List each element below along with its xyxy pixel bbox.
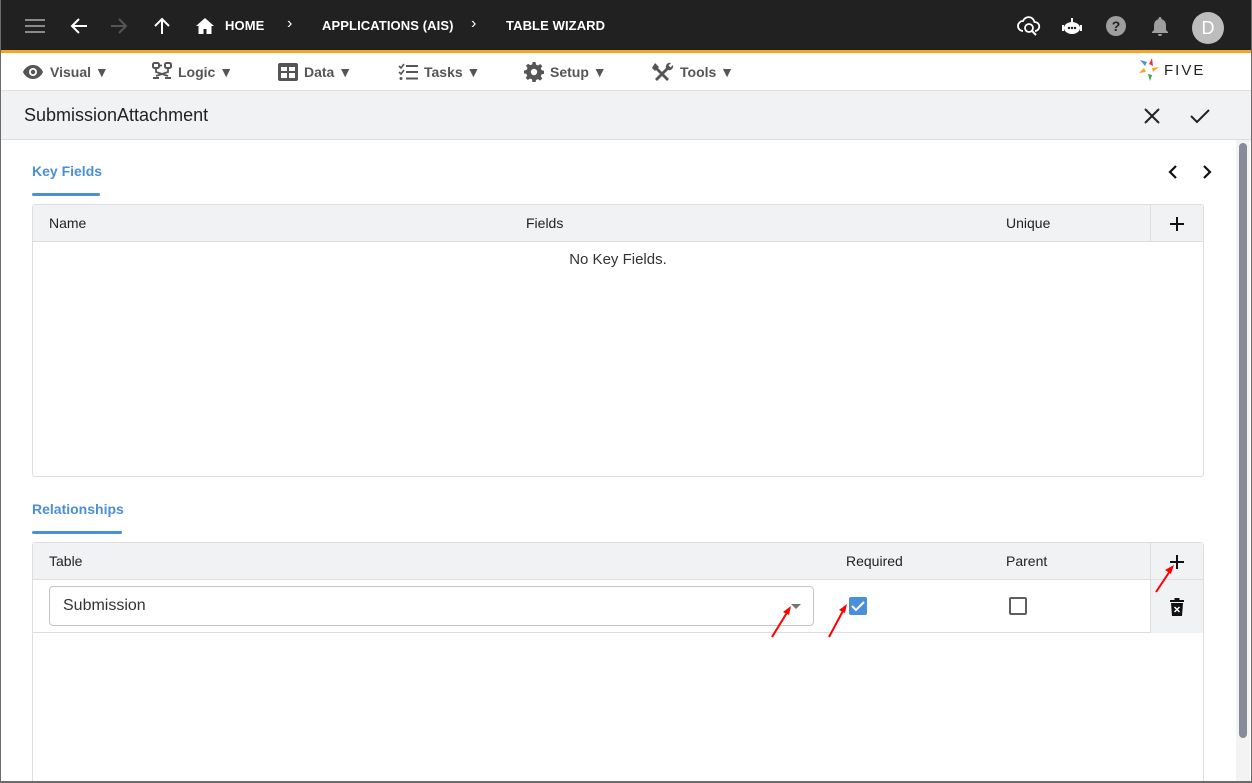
menu-setup[interactable]: Setup ▼ — [524, 61, 607, 83]
menu-tasks[interactable]: Tasks ▼ — [398, 61, 480, 83]
breadcrumb-separator: › — [287, 15, 293, 32]
column-header-unique[interactable]: Unique — [1006, 215, 1050, 231]
chevron-left-icon — [1168, 165, 1177, 179]
empty-key-fields-message: No Key Fields. — [569, 251, 667, 268]
menu-visual[interactable]: Visual ▼ — [22, 61, 109, 83]
plus-icon — [1170, 554, 1184, 569]
table-select[interactable]: Submission — [49, 586, 814, 626]
five-logo: FIVE — [1138, 58, 1205, 82]
cancel-button[interactable] — [1139, 103, 1165, 129]
check-icon — [1190, 109, 1210, 124]
help-button[interactable]: ? — [1100, 10, 1132, 42]
close-icon — [1144, 108, 1160, 124]
chevron-right-icon — [1203, 165, 1212, 179]
forward-arrow-icon — [111, 18, 128, 34]
menu-button[interactable] — [19, 10, 51, 42]
checkmark-icon — [851, 601, 865, 612]
tab-relationships-indicator — [32, 531, 122, 534]
previous-page-button[interactable] — [1163, 162, 1183, 182]
eye-icon — [23, 65, 43, 79]
page-title: SubmissionAttachment — [24, 105, 209, 125]
next-page-button[interactable] — [1197, 162, 1217, 182]
app-bar: HOME › APPLICATIONS (AIS) › TABLE WIZARD… — [0, 0, 1252, 53]
tab-relationships[interactable]: Relationships — [32, 501, 124, 517]
five-logo-text: FIVE — [1164, 61, 1206, 79]
breadcrumb-table-wizard[interactable]: TABLE WIZARD — [506, 18, 605, 33]
required-checkbox[interactable] — [849, 597, 867, 615]
gear-icon — [524, 62, 544, 82]
key-fields-header: Name Fields Unique — [33, 205, 1203, 242]
relationships-grid: Table Required Parent Submission — [32, 542, 1204, 783]
parent-checkbox[interactable] — [1009, 597, 1027, 615]
save-button[interactable] — [1187, 103, 1213, 129]
trash-icon — [1170, 597, 1184, 616]
avatar[interactable]: D — [1192, 12, 1224, 44]
form-title-bar: SubmissionAttachment — [0, 91, 1252, 140]
notifications-button[interactable] — [1144, 10, 1176, 42]
table-select-value: Submission — [63, 597, 146, 614]
column-header-parent[interactable]: Parent — [1006, 553, 1047, 569]
checklist-icon — [398, 63, 418, 80]
menu-data[interactable]: Data ▼ — [278, 61, 352, 83]
menu-tools[interactable]: Tools ▼ — [652, 61, 734, 83]
bell-icon — [1152, 17, 1168, 36]
menu-tasks-label: Tasks ▼ — [424, 64, 481, 80]
forward-button[interactable] — [103, 10, 135, 42]
menu-logic[interactable]: Logic ▼ — [152, 61, 233, 83]
menu-logic-label: Logic ▼ — [178, 64, 234, 80]
plus-icon — [1170, 216, 1184, 231]
home-icon — [196, 18, 214, 34]
scrollbar-thumb[interactable] — [1239, 143, 1247, 738]
cloud-search-icon — [1017, 16, 1041, 36]
menu-setup-label: Setup ▼ — [550, 64, 607, 80]
delete-relationship-button[interactable] — [1150, 580, 1203, 633]
menu-data-label: Data ▼ — [304, 64, 353, 80]
chatbot-icon — [1062, 18, 1082, 34]
tab-key-fields-indicator — [32, 193, 100, 196]
back-arrow-icon — [70, 18, 87, 34]
column-header-required[interactable]: Required — [846, 553, 903, 569]
home-button[interactable] — [192, 10, 218, 42]
breadcrumb-separator: › — [471, 15, 477, 32]
breadcrumb-applications[interactable]: APPLICATIONS (AIS) — [322, 18, 454, 33]
relationship-row: Submission — [33, 580, 1203, 633]
column-header-name[interactable]: Name — [49, 215, 86, 231]
breadcrumb-home[interactable]: HOME — [225, 18, 264, 33]
menu-bar: Visual ▼ Logic ▼ Data ▼ Tasks ▼ Setup ▼ … — [0, 53, 1252, 91]
chatbot-button[interactable] — [1056, 10, 1088, 42]
svg-text:?: ? — [1112, 18, 1121, 34]
back-button[interactable] — [63, 10, 95, 42]
menu-visual-label: Visual ▼ — [50, 64, 109, 80]
tools-icon — [652, 62, 674, 81]
relationships-header: Table Required Parent — [33, 543, 1203, 580]
up-arrow-icon — [154, 17, 170, 34]
cloud-search-button[interactable] — [1013, 10, 1045, 42]
column-header-table[interactable]: Table — [49, 553, 82, 569]
five-logo-icon — [1139, 58, 1159, 81]
column-header-fields[interactable]: Fields — [526, 215, 563, 231]
table-icon — [278, 63, 298, 81]
help-icon: ? — [1106, 16, 1126, 36]
flow-icon — [152, 62, 172, 79]
dropdown-caret-icon[interactable] — [791, 604, 801, 609]
add-key-field-button[interactable] — [1150, 205, 1203, 242]
add-relationship-button[interactable] — [1150, 543, 1203, 580]
up-button[interactable] — [146, 10, 178, 42]
tab-key-fields[interactable]: Key Fields — [32, 163, 102, 179]
key-fields-grid: Name Fields Unique No Key Fields. — [32, 204, 1204, 477]
menu-icon — [25, 19, 45, 33]
menu-tools-label: Tools ▼ — [680, 64, 735, 80]
